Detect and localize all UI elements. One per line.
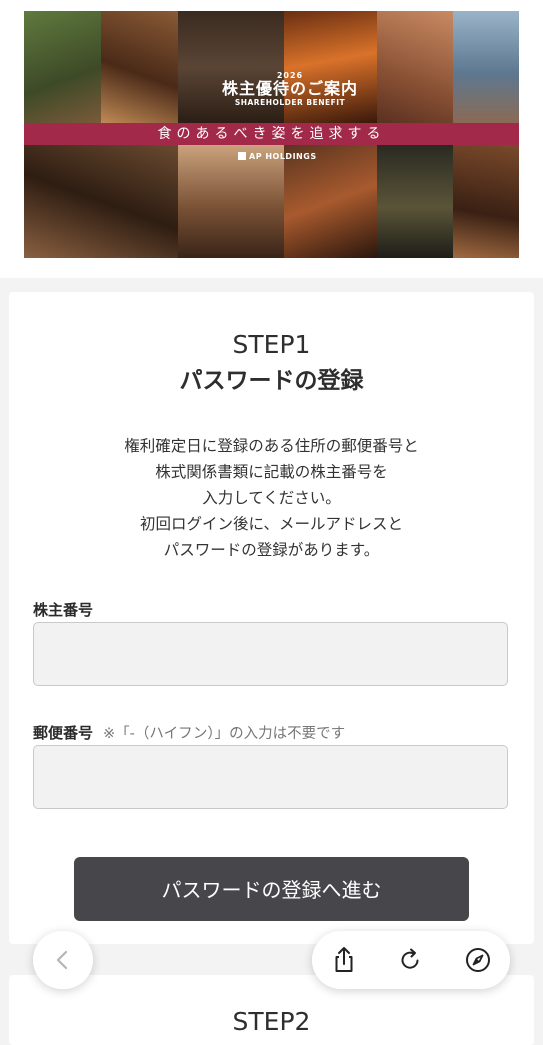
register-password-button[interactable]: パスワードの登録へ進む: [74, 857, 469, 921]
banner-photo-dish: [377, 145, 453, 258]
banner-photo-chef-bottom: [178, 145, 284, 258]
logo-mark-icon: [238, 152, 246, 160]
banner-section: 2026 株主優待のご案内 SHAREHOLDER BENEFIT 食のあるべき…: [0, 0, 543, 278]
shareholder-number-input[interactable]: [33, 622, 508, 686]
company-logo: AP HOLDINGS: [238, 152, 317, 161]
share-button[interactable]: [326, 942, 362, 978]
compass-icon: [460, 942, 496, 978]
banner-subtitle: SHAREHOLDER BENEFIT: [234, 98, 346, 107]
banner-photo-yakitori: [453, 145, 519, 258]
reload-icon: [392, 942, 428, 978]
logo-text: AP HOLDINGS: [249, 152, 317, 161]
step1-description: 権利確定日に登録のある住所の郵便番号と 株式関係書類に記載の株主番号を 入力して…: [9, 433, 534, 563]
shareholder-benefit-banner: 2026 株主優待のご案内 SHAREHOLDER BENEFIT 食のあるべき…: [24, 11, 519, 258]
description-line: 権利確定日に登録のある住所の郵便番号と: [124, 437, 419, 455]
share-icon: [326, 942, 362, 978]
banner-photo-chickens: [24, 11, 101, 123]
shareholder-number-label: 株主番号: [33, 601, 94, 619]
reload-button[interactable]: [392, 942, 428, 978]
back-button[interactable]: [33, 931, 93, 989]
step1-subtitle: パスワードの登録: [179, 368, 364, 394]
postal-code-label-row: 郵便番号 ※「-（ハイフン）」の入力は不要です: [33, 722, 345, 743]
banner-title: 株主優待のご案内: [221, 79, 358, 98]
postal-code-note: ※「-（ハイフン）」の入力は不要です: [103, 726, 346, 742]
banner-slogan: 食のあるべき姿を追求する: [24, 123, 519, 145]
step1-card: STEP1 パスワードの登録 権利確定日に登録のある住所の郵便番号と 株式関係書…: [9, 292, 534, 944]
chevron-left-icon: [51, 948, 75, 972]
banner-photo-skewers: [24, 145, 178, 258]
description-line: 入力してください。: [202, 489, 341, 507]
description-line: 初回ログイン後に、メールアドレスと: [139, 515, 404, 533]
banner-photo-hands: [377, 11, 453, 123]
banner-title-block: 2026 株主優待のご案内 SHAREHOLDER BENEFIT: [202, 71, 378, 107]
banner-photo-grill: [101, 11, 178, 123]
open-in-safari-button[interactable]: [460, 942, 496, 978]
description-line: パスワードの登録があります。: [163, 541, 380, 559]
postal-code-input[interactable]: [33, 745, 508, 809]
browser-toolbar: [312, 931, 510, 989]
step1-title: STEP1: [232, 330, 311, 359]
banner-photo-cooking: [284, 145, 377, 258]
postal-code-label: 郵便番号: [33, 724, 94, 742]
step2-title: STEP2: [232, 1007, 311, 1036]
banner-photo-fisherman: [453, 11, 519, 123]
description-line: 株式関係書類に記載の株主番号を: [155, 463, 388, 481]
